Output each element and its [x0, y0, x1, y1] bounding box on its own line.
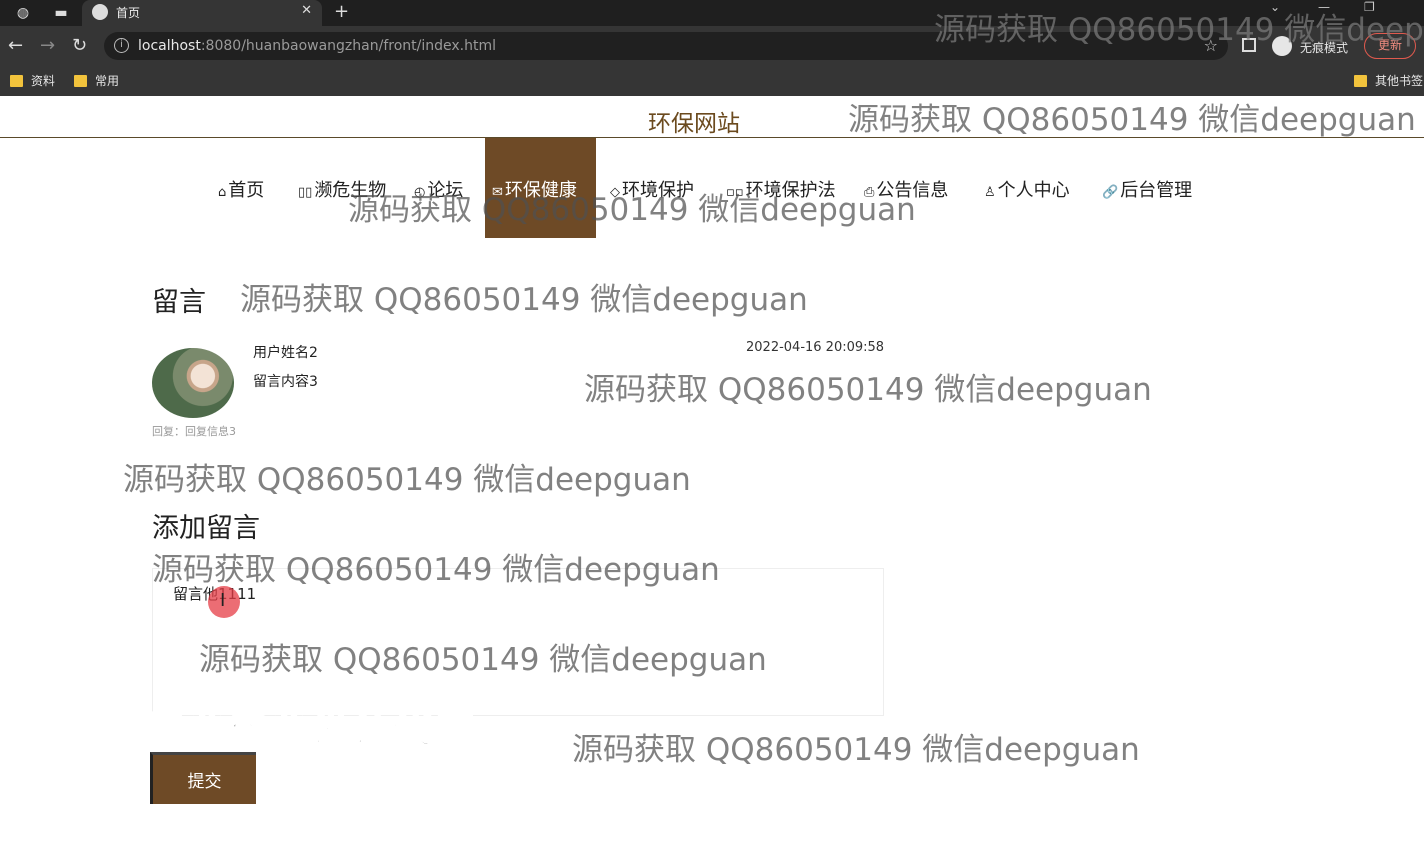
clock-icon: ◴	[414, 185, 426, 200]
minimize-icon[interactable]: —	[1318, 0, 1330, 14]
message-time: 2022-04-16 20:09:58	[746, 340, 885, 355]
browser-toolbar: ← → ↻ i localhost:8080/huanbaowangzhan/f…	[0, 26, 1424, 66]
add-message-title: 添加留言	[152, 513, 260, 544]
globe-icon[interactable]: ◍	[14, 4, 32, 22]
nav-item-forum[interactable]: ◴ 论坛	[414, 176, 463, 202]
watermark-banner: 专业毕业设计代做	[145, 705, 474, 753]
info-icon[interactable]: i	[114, 38, 129, 53]
site-header: 环保网站	[0, 96, 1424, 138]
back-icon[interactable]: ←	[8, 36, 23, 56]
restore-icon[interactable]: ❐	[1364, 0, 1375, 14]
folder-icon	[74, 75, 87, 87]
page: 环保网站 ⌂ 首页 ▯▯ 濒危生物 ◴ 论坛 ✉ 环保健康 ◇ 环境保护 ▫▫ 环境保护法 …	[0, 96, 1424, 848]
message-reply: 回复：回复信息3	[152, 425, 236, 438]
print-icon: ⎙	[864, 185, 875, 200]
tab-search-icon[interactable]: ⌄	[1270, 0, 1280, 14]
side-panel-icon[interactable]	[1242, 38, 1256, 52]
site-title: 环保网站	[648, 111, 740, 137]
watermark: 源码获取 QQ86050149 微信deepguan	[123, 462, 691, 498]
address-bar[interactable]: i localhost:8080/huanbaowangzhan/front/i…	[104, 32, 1228, 60]
submit-button[interactable]: 提交	[150, 752, 256, 804]
message-textarea[interactable]: 留言他1111	[152, 568, 884, 716]
grid-icon: ▫▫	[726, 185, 744, 200]
nav-item-environment[interactable]: ◇ 环境保护	[610, 176, 694, 202]
nav-item-law[interactable]: ▫▫ 环境保护法	[726, 176, 836, 202]
messages-title: 留言	[152, 287, 206, 318]
nav-item-home[interactable]: ⌂ 首页	[218, 176, 264, 202]
window-icon[interactable]: ▬	[52, 4, 70, 22]
watermark: 源码获取 QQ86050149 微信deepguan	[572, 732, 1140, 768]
bookmark-folder[interactable]: 常用	[74, 72, 119, 90]
browser-tab[interactable]: 首页 ✕	[82, 0, 322, 26]
bookmark-folder-other[interactable]: 其他书签	[1354, 72, 1423, 90]
star-icon[interactable]: ☆	[1204, 36, 1218, 55]
home-icon: ⌂	[218, 185, 227, 200]
close-tab-icon[interactable]: ✕	[301, 3, 312, 18]
avatar	[152, 348, 234, 418]
nav-item-endangered[interactable]: ▯▯ 濒危生物	[298, 176, 386, 202]
folder-icon	[10, 75, 23, 87]
new-tab-icon[interactable]: +	[334, 1, 349, 22]
globe-favicon-icon	[92, 4, 108, 20]
reload-icon[interactable]: ↻	[72, 36, 87, 56]
incognito-label: 无痕模式	[1300, 41, 1349, 55]
url-text[interactable]: localhost:8080/huanbaowangzhan/front/ind…	[138, 38, 496, 54]
nav-item-notice[interactable]: ⎙ 公告信息	[864, 176, 948, 202]
nav-item-admin[interactable]: 🔗 后台管理	[1102, 176, 1192, 202]
text-cursor-icon: I	[220, 590, 226, 611]
main-nav: ⌂ 首页 ▯▯ 濒危生物 ◴ 论坛 ✉ 环保健康 ◇ 环境保护 ▫▫ 环境保护法 ⎙ 公告信息…	[0, 138, 1424, 238]
user-icon: ♙	[984, 185, 996, 200]
forward-icon[interactable]: →	[40, 36, 55, 56]
bookmark-folder[interactable]: 资料	[10, 72, 55, 90]
message-content: 留言内容3	[253, 374, 318, 390]
update-button[interactable]: 更新	[1364, 33, 1416, 59]
watermark: 源码获取 QQ86050149 微信deepguan	[240, 282, 808, 318]
bookmarks-bar: 资料 常用 其他书签	[0, 66, 1424, 96]
watermark: 源码获取 QQ86050149 微信deepguan	[584, 372, 1152, 408]
message-user: 用户姓名2	[253, 345, 318, 361]
grid-icon: ▯▯	[298, 185, 313, 200]
nav-item-profile[interactable]: ♙ 个人中心	[984, 176, 1070, 202]
link-icon: 🔗	[1102, 185, 1119, 200]
tag-icon: ◇	[610, 185, 620, 200]
incognito-icon	[1272, 36, 1292, 56]
browser-tab-bar: ◍ ▬ 首页 ✕ + ⌄ — ❐	[0, 0, 1424, 26]
folder-icon	[1354, 75, 1367, 87]
tab-title: 首页	[116, 6, 141, 20]
mail-icon: ✉	[492, 185, 503, 200]
nav-item-health[interactable]: ✉ 环保健康	[492, 176, 577, 202]
